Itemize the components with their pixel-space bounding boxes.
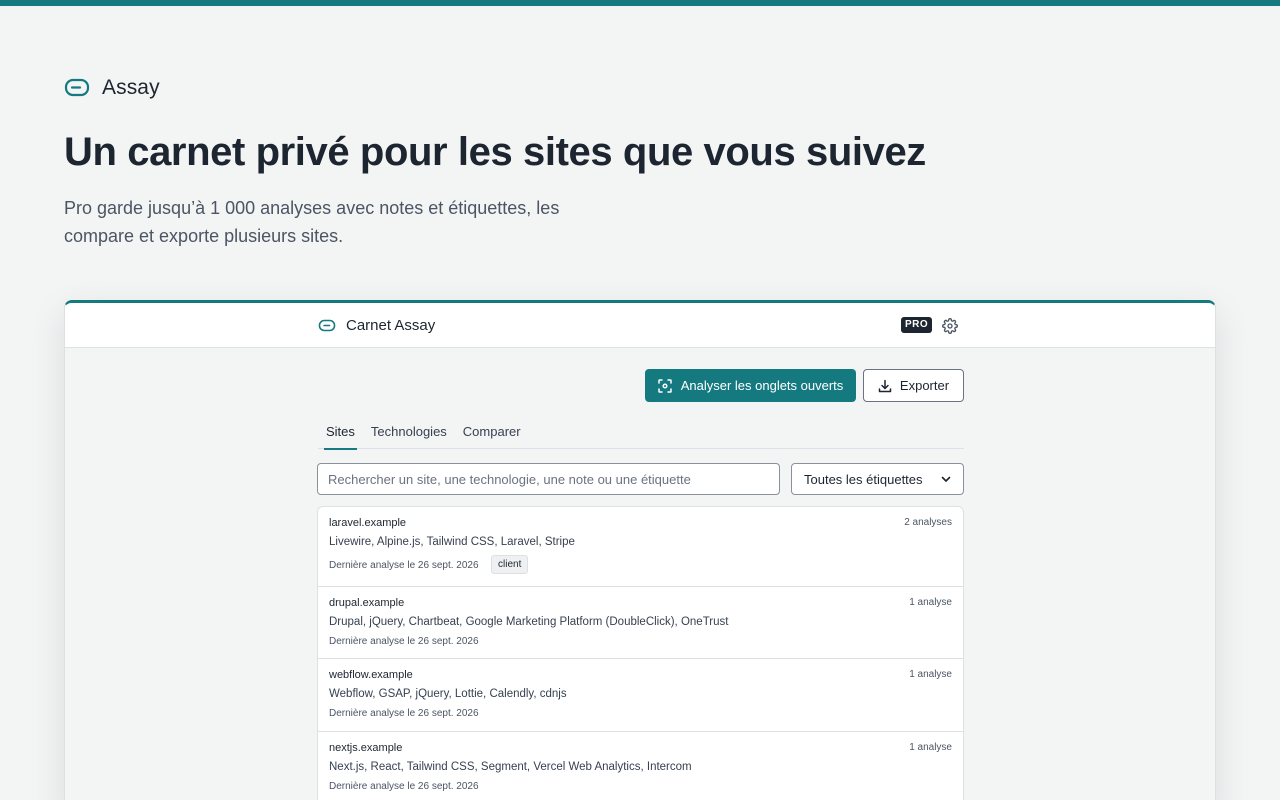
last-analysis-date: Dernière analyse le 26 sept. 2026 [329, 636, 479, 647]
site-domain: webflow.example [329, 669, 413, 681]
list-item[interactable]: webflow.example 1 analyse Webflow, GSAP,… [318, 659, 963, 732]
last-analysis-date: Dernière analyse le 26 sept. 2026 [329, 560, 479, 571]
site-technologies: Next.js, React, Tailwind CSS, Segment, V… [329, 761, 692, 773]
gear-icon[interactable] [942, 318, 958, 334]
tab-technologies[interactable]: Technologies [363, 423, 453, 449]
tag-filter-select[interactable]: Toutes les étiquettes [791, 463, 964, 495]
list-item[interactable]: nextjs.example 1 analyse Next.js, React,… [318, 732, 963, 800]
analysis-count: 1 analyse [909, 742, 952, 753]
view-tabs: Sites Technologies Comparer [318, 423, 964, 450]
top-accent-bar [0, 0, 1280, 6]
export-label: Exporter [899, 378, 950, 393]
site-domain: nextjs.example [329, 742, 403, 754]
app-title: Carnet Assay [346, 317, 436, 334]
scan-tabs-label: Analyser les onglets ouverts [680, 378, 844, 393]
site-technologies: Webflow, GSAP, jQuery, Lottie, Calendly,… [329, 688, 567, 700]
tag-chip[interactable]: client [491, 555, 529, 574]
analysis-count: 1 analyse [909, 597, 952, 608]
site-technologies: Drupal, jQuery, Chartbeat, Google Market… [329, 616, 729, 628]
analysis-count: 1 analyse [909, 669, 952, 680]
app-window: Carnet Assay PRO Analyser les onglets ou… [64, 300, 1216, 800]
tab-compare[interactable]: Comparer [455, 423, 527, 449]
chevron-down-icon [941, 474, 951, 484]
pro-badge: PRO [901, 317, 933, 333]
list-item[interactable]: laravel.example 2 analyses Livewire, Alp… [318, 507, 963, 587]
brand-name: Assay [102, 76, 160, 99]
scan-icon [657, 378, 672, 393]
site-technologies: Livewire, Alpine.js, Tailwind CSS, Larav… [329, 536, 575, 548]
tab-sites[interactable]: Sites [318, 423, 361, 450]
site-list: laravel.example 2 analyses Livewire, Alp… [317, 506, 964, 800]
last-analysis-date: Dernière analyse le 26 sept. 2026 [329, 708, 479, 719]
hero-title: Un carnet privé pour les sites que vous … [64, 130, 926, 174]
tag-label-icon [318, 319, 336, 333]
export-button[interactable]: Exporter [863, 369, 964, 402]
brand: Assay [64, 76, 160, 100]
search-input[interactable] [317, 463, 780, 495]
hero-subtitle: Pro garde jusqu’à 1 000 analyses avec no… [64, 198, 560, 246]
app-brand: Carnet Assay [318, 317, 435, 334]
download-icon [878, 379, 892, 393]
app-header: Carnet Assay PRO [65, 303, 1215, 348]
tag-label-icon [64, 78, 90, 98]
site-domain: laravel.example [329, 517, 407, 529]
site-domain: drupal.example [329, 597, 405, 609]
tag-filter-value: Toutes les étiquettes [804, 471, 923, 487]
list-item[interactable]: drupal.example 1 analyse Drupal, jQuery,… [318, 587, 963, 659]
last-analysis-date: Dernière analyse le 26 sept. 2026 [329, 781, 479, 792]
scan-tabs-button[interactable]: Analyser les onglets ouverts [645, 369, 856, 402]
analysis-count: 2 analyses [904, 517, 952, 528]
